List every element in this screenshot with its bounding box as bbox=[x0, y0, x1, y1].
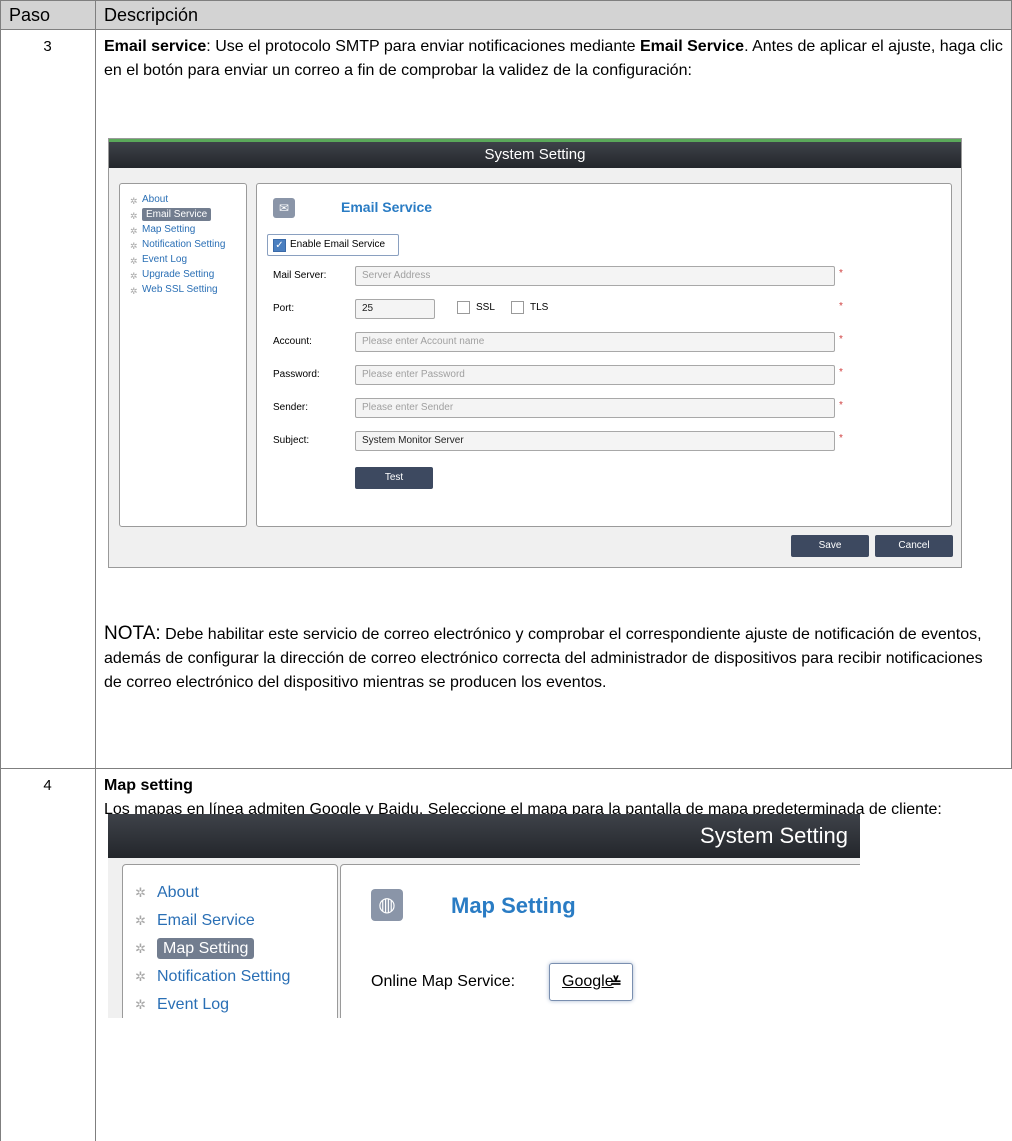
mail-server-label: Mail Server: bbox=[273, 270, 327, 281]
password-input[interactable]: Please enter Password bbox=[355, 365, 835, 385]
sidebar-item-label: Upgrade Setting bbox=[142, 269, 215, 280]
step4-title: Map setting bbox=[104, 777, 193, 794]
step3-note: NOTA: Debe habilitar este servicio de co… bbox=[104, 622, 1004, 695]
required-mark: * bbox=[839, 301, 843, 312]
sidebar-item-event-log[interactable]: ✲ Event Log bbox=[123, 991, 337, 1018]
step-number-4: 4 bbox=[43, 777, 52, 794]
subject-input[interactable]: System Monitor Server bbox=[355, 431, 835, 451]
sidebar-item-map-setting[interactable]: ✲ Map Setting bbox=[123, 935, 337, 963]
subject-label: Subject: bbox=[273, 435, 310, 446]
window-title: System Setting bbox=[108, 814, 860, 858]
column-header-step: Paso bbox=[0, 0, 96, 30]
step3-description: Email service: Use el protocolo SMTP par… bbox=[104, 35, 1004, 83]
sidebar-item-map-setting[interactable]: ✲ Map Setting bbox=[120, 222, 246, 237]
required-mark: * bbox=[839, 367, 843, 378]
account-input[interactable]: Please enter Account name bbox=[355, 332, 835, 352]
settings-icon: ✲ bbox=[135, 885, 146, 900]
settings-sidebar: ✲ About ✲ Email Service ✲ Map Setting ✲ Notific… bbox=[122, 864, 338, 1018]
sidebar-item-label: Notification Setting bbox=[142, 239, 226, 250]
ssl-label: SSL bbox=[476, 302, 495, 313]
port-input[interactable]: 25 bbox=[355, 299, 435, 319]
settings-icon: ✲ bbox=[135, 913, 146, 928]
sidebar-item-label: Web SSL Setting bbox=[142, 284, 218, 295]
table-left-border bbox=[0, 30, 1, 1141]
ssl-checkbox[interactable] bbox=[457, 301, 470, 314]
sender-input[interactable]: Please enter Sender bbox=[355, 398, 835, 418]
panel-title: Email Service bbox=[341, 199, 433, 215]
sidebar-item-label: Email Service bbox=[157, 912, 255, 929]
note-text: Debe habilitar este servicio de correo e… bbox=[104, 626, 983, 691]
sidebar-item-label: Map Setting bbox=[142, 224, 196, 235]
map-panel: ◍ Map Setting Online Map Service: Google… bbox=[340, 864, 860, 1018]
required-mark: * bbox=[839, 334, 843, 345]
procedure-table: Paso Descripción 3 Email service: Use el… bbox=[0, 0, 1012, 1141]
sidebar-item-label: About bbox=[142, 194, 169, 205]
email-service-screenshot: System Setting ✲ About ✲ Email Service ✲ Map … bbox=[108, 138, 962, 568]
column-header-description: Descripción bbox=[95, 0, 1012, 30]
save-button[interactable]: Save bbox=[791, 535, 869, 557]
step3-bold: Email Service bbox=[640, 38, 745, 55]
sidebar-item-label: Map Setting bbox=[157, 938, 255, 959]
globe-icon: ◍ bbox=[371, 889, 403, 921]
panel-title: Map Setting bbox=[451, 893, 576, 918]
online-map-label: Online Map Service: bbox=[371, 973, 516, 990]
test-button[interactable]: Test bbox=[355, 467, 433, 489]
sidebar-item-email-service[interactable]: ✲ Email Service bbox=[120, 207, 246, 222]
window-title: System Setting bbox=[109, 142, 961, 168]
checkmark-icon: ✓ bbox=[273, 239, 286, 252]
sidebar-item-upgrade-setting[interactable]: ✲ Upgrade Setting bbox=[120, 267, 246, 282]
chevron-down-icon: ≚ bbox=[610, 974, 622, 990]
tls-checkbox[interactable] bbox=[511, 301, 524, 314]
sidebar-item-event-log[interactable]: ✲ Event Log bbox=[120, 252, 246, 267]
sidebar-item-about[interactable]: ✲ About bbox=[123, 879, 337, 907]
online-map-value: Google bbox=[562, 973, 614, 990]
cancel-button[interactable]: Cancel bbox=[875, 535, 953, 557]
tls-label: TLS bbox=[530, 302, 549, 313]
enable-email-checkbox[interactable]: ✓ Enable Email Service bbox=[267, 234, 399, 256]
sidebar-item-notification-setting[interactable]: ✲ Notification Setting bbox=[120, 237, 246, 252]
email-panel: ✉ Email Service ✓ Enable Email Service M… bbox=[256, 183, 952, 527]
required-mark: * bbox=[839, 268, 843, 279]
step-number-3: 3 bbox=[43, 38, 52, 55]
map-setting-screenshot: System Setting ✲ About ✲ Email Service ✲ Map … bbox=[108, 814, 860, 1018]
sidebar-item-about[interactable]: ✲ About bbox=[120, 192, 246, 207]
settings-icon: ✲ bbox=[135, 941, 146, 956]
settings-icon: ✲ bbox=[135, 969, 146, 984]
step3-title: Email service bbox=[104, 38, 207, 55]
sidebar-item-label: Notification Setting bbox=[157, 968, 291, 985]
mail-server-input[interactable]: Server Address bbox=[355, 266, 835, 286]
account-label: Account: bbox=[273, 336, 312, 347]
port-label: Port: bbox=[273, 303, 295, 314]
sidebar-item-label: Event Log bbox=[142, 254, 188, 265]
sidebar-item-web-ssl-setting[interactable]: ✲ Web SSL Setting bbox=[120, 282, 246, 297]
online-map-select[interactable]: Google ≚ bbox=[549, 963, 633, 1001]
sidebar-item-email-service[interactable]: ✲ Email Service bbox=[123, 907, 337, 935]
step3-text-a: : Use el protocolo SMTP para enviar noti… bbox=[206, 38, 640, 55]
column-divider bbox=[95, 30, 96, 1141]
mail-icon: ✉ bbox=[273, 198, 295, 218]
note-label: NOTA: bbox=[104, 623, 161, 644]
sidebar-item-label: Event Log bbox=[157, 996, 230, 1013]
sidebar-item-label: About bbox=[157, 884, 199, 901]
required-mark: * bbox=[839, 433, 843, 444]
required-mark: * bbox=[839, 400, 843, 411]
enable-label: Enable Email Service bbox=[290, 239, 386, 250]
sender-label: Sender: bbox=[273, 402, 309, 413]
sidebar-item-notification-setting[interactable]: ✲ Notification Setting bbox=[123, 963, 337, 991]
settings-icon: ✲ bbox=[130, 286, 138, 296]
settings-sidebar: ✲ About ✲ Email Service ✲ Map Setting ✲ Notific… bbox=[119, 183, 247, 527]
settings-icon: ✲ bbox=[135, 997, 146, 1012]
row-divider bbox=[0, 768, 1012, 769]
sidebar-item-label: Email Service bbox=[142, 208, 212, 221]
password-label: Password: bbox=[273, 369, 320, 380]
